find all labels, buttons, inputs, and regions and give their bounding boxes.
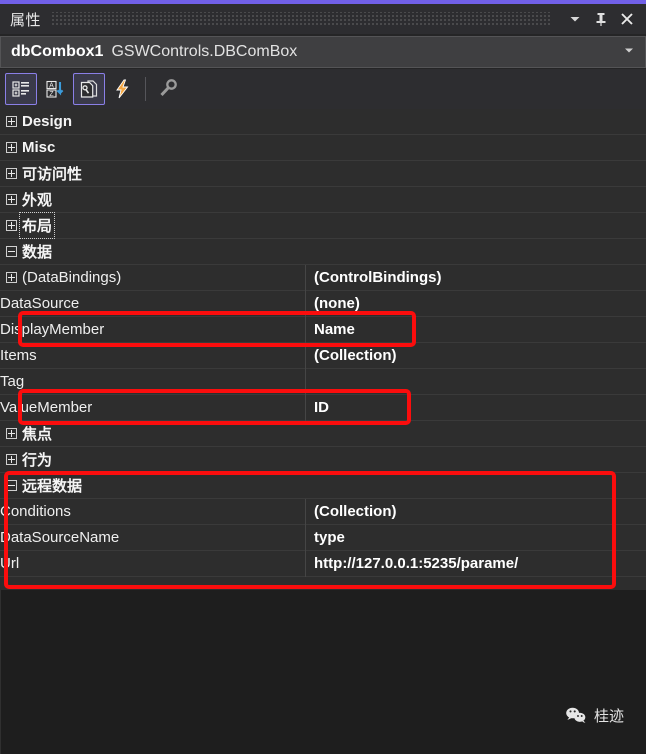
property-value-cell[interactable]: http://127.0.0.1:5235/parame/ (306, 551, 646, 577)
toolbar-separator (145, 77, 146, 101)
collapse-icon[interactable] (0, 246, 22, 257)
alphabetical-view-button[interactable]: A Z (39, 73, 71, 105)
property-items[interactable]: Items (Collection) (0, 342, 646, 369)
expand-icon[interactable] (0, 220, 22, 231)
properties-page-icon (80, 80, 98, 98)
property-valuemember[interactable]: ValueMember ID (0, 394, 646, 421)
collapse-icon[interactable] (0, 480, 22, 491)
properties-panel: 属性 dbCombox1 GSWControls.DBComBox A Z De… (0, 0, 646, 754)
property-datasourcename[interactable]: DataSourceName type (0, 524, 646, 551)
property-name-cell: DataSourceName (0, 524, 306, 551)
object-name: dbCombox1 (11, 43, 104, 60)
categorized-icon (12, 81, 29, 97)
svg-text:Z: Z (49, 91, 54, 98)
properties-toolbar: A Z (0, 69, 646, 109)
property-datasource[interactable]: DataSource (none) (0, 290, 646, 317)
expand-icon[interactable] (0, 116, 22, 127)
events-button[interactable] (107, 73, 139, 105)
category-label: 可访问性 (22, 166, 83, 183)
panel-title-bar: 属性 (0, 4, 646, 34)
watermark-text: 桂迹 (593, 708, 624, 725)
property-name-cell: (DataBindings) (0, 264, 306, 291)
title-drag-handle[interactable] (51, 12, 552, 26)
expand-icon[interactable] (0, 454, 22, 465)
property-value-cell[interactable]: (ControlBindings) (306, 265, 646, 291)
property-name-cell: Conditions (0, 498, 306, 525)
expand-icon[interactable] (0, 142, 22, 153)
property-url[interactable]: Url http://127.0.0.1:5235/parame/ (0, 550, 646, 577)
category-label: 外观 (22, 192, 53, 209)
property-name-cell: DisplayMember (0, 316, 306, 343)
property-name-cell: ValueMember (0, 394, 306, 421)
close-icon (621, 13, 633, 25)
properties-button[interactable] (73, 73, 105, 105)
pin-icon (596, 13, 606, 26)
watermark: 桂迹 (565, 705, 624, 726)
property-tag[interactable]: Tag (0, 368, 646, 395)
svg-text:A: A (49, 83, 54, 90)
category-label: Misc (22, 139, 56, 156)
category-remote-data[interactable]: 远程数据 (0, 473, 646, 499)
panel-empty-area (0, 590, 646, 754)
category-label: 焦点 (22, 426, 53, 443)
property-name-label: (DataBindings) (22, 268, 122, 286)
wrench-key-icon (160, 79, 177, 97)
property-value-cell[interactable]: (none) (306, 291, 646, 317)
category-design[interactable]: Design (0, 109, 646, 135)
property-name-cell: DataSource (0, 290, 306, 317)
property-value-cell[interactable]: type (306, 525, 646, 551)
property-value-cell[interactable]: (Collection) (306, 343, 646, 369)
category-label: 数据 (22, 244, 53, 261)
category-label: 行为 (22, 452, 53, 469)
expand-icon[interactable] (0, 272, 22, 284)
property-name-cell: Items (0, 342, 306, 369)
category-label: 远程数据 (22, 478, 83, 495)
panel-title: 属性 (10, 11, 42, 29)
sort-az-icon: A Z (46, 80, 64, 98)
property-value-cell[interactable]: (Collection) (306, 499, 646, 525)
chevron-down-icon (625, 48, 633, 53)
category-label: 布局 (18, 212, 56, 239)
property-conditions[interactable]: Conditions (Collection) (0, 498, 646, 525)
property-databindings[interactable]: (DataBindings) (ControlBindings) (0, 264, 646, 291)
categorized-view-button[interactable] (5, 73, 37, 105)
category-focus[interactable]: 焦点 (0, 421, 646, 447)
wechat-icon (566, 707, 586, 723)
property-value-cell[interactable] (306, 369, 646, 395)
close-button[interactable] (614, 6, 640, 32)
property-value-cell[interactable]: ID (306, 395, 646, 421)
property-pages-button[interactable] (152, 73, 184, 105)
category-accessibility[interactable]: 可访问性 (0, 161, 646, 187)
property-value-cell[interactable]: Name (306, 317, 646, 343)
expand-icon[interactable] (0, 428, 22, 439)
property-displaymember[interactable]: DisplayMember Name (0, 316, 646, 343)
category-behavior[interactable]: 行为 (0, 447, 646, 473)
expand-icon[interactable] (0, 168, 22, 179)
object-selector-combobox[interactable]: dbCombox1 GSWControls.DBComBox (0, 36, 646, 68)
lightning-icon (116, 79, 129, 99)
category-label: Design (22, 113, 73, 130)
expand-icon[interactable] (0, 194, 22, 205)
property-grid[interactable]: Design Misc 可访问性外观布局数据 (DataBindings) (Contr… (0, 109, 646, 590)
object-selector-dropdown-arrow[interactable] (623, 43, 635, 61)
pin-button[interactable] (588, 6, 614, 32)
category-misc[interactable]: Misc (0, 135, 646, 161)
category-data[interactable]: 数据 (0, 239, 646, 265)
category-appearance[interactable]: 外观 (0, 187, 646, 213)
window-menu-dropdown[interactable] (562, 6, 588, 32)
chevron-down-icon (570, 17, 580, 22)
property-name-cell: Tag (0, 368, 306, 395)
category-layout[interactable]: 布局 (0, 212, 646, 239)
property-name-cell: Url (0, 550, 306, 577)
object-type: GSWControls.DBComBox (111, 43, 298, 60)
